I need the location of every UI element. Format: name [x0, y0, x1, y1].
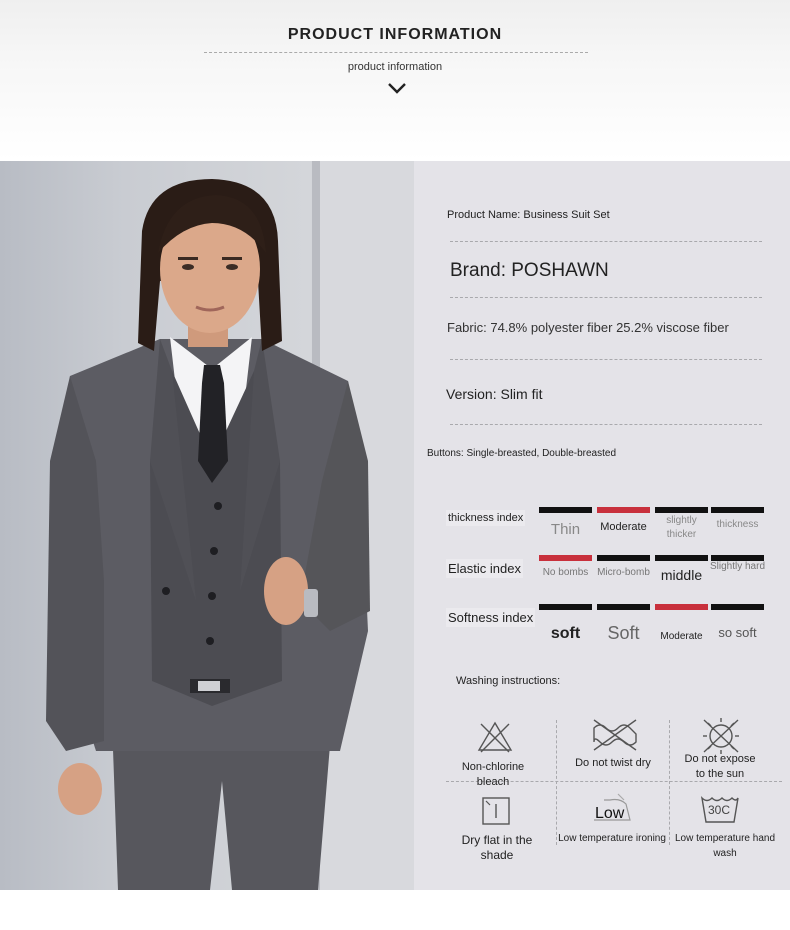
index-label-thickness: thickness index: [446, 510, 526, 526]
product-photo: [0, 161, 414, 890]
index-bar-softness-1: [539, 604, 592, 610]
index-option-elastic-2: Micro-bomb: [597, 567, 650, 578]
buttons-text: Buttons: Single-breasted, Double-breaste…: [427, 448, 617, 459]
dry-flat-shade-icon: [482, 797, 510, 825]
brand-text: Brand: POSHAWN: [450, 260, 609, 281]
index-option-elastic-1: No bombs: [542, 567, 589, 578]
low-iron-icon: Low: [590, 792, 634, 826]
index-option-elastic-3: middle: [660, 567, 703, 583]
index-bar-elastic-2: [597, 555, 650, 561]
section-subtitle: product information: [347, 61, 443, 73]
index-option-softness-1: soft: [550, 625, 581, 642]
index-bar-thickness-2: [597, 507, 650, 513]
fabric-text: Fabric: 74.8% polyester fiber 25.2% visc…: [447, 320, 729, 335]
index-bar-softness-4: [711, 604, 764, 610]
header-divider: [204, 52, 588, 53]
divider: [450, 297, 762, 298]
wash-label-hand-wash: Low temperature hand wash: [674, 833, 776, 859]
index-option-thickness-3: slightly thicker: [666, 515, 697, 540]
wash-label-twist: Do not twist dry: [575, 757, 651, 769]
wash-label-dry-flat: Dry flat in the shade: [461, 833, 533, 862]
index-option-softness-3: Moderate: [660, 631, 703, 642]
no-sun-icon: [703, 718, 739, 754]
section-title: PRODUCT INFORMATION: [287, 26, 503, 43]
index-bar-elastic-1: [539, 555, 592, 561]
index-bar-elastic-3: [655, 555, 708, 561]
index-option-softness-2: Soft: [607, 623, 640, 643]
low-iron-label: Low: [595, 805, 625, 822]
section-header: PRODUCT INFORMATION product information: [0, 0, 790, 161]
hand-wash-temp-label: 30C: [708, 803, 731, 817]
wash-label-bleach: Non-chlorine bleach: [461, 761, 525, 788]
index-bar-thickness-4: [711, 507, 764, 513]
do-not-wring-icon: [593, 719, 637, 751]
non-chlorine-bleach-icon: [477, 721, 513, 753]
index-bar-softness-2: [597, 604, 650, 610]
hand-wash-30-icon: 30C: [700, 794, 740, 824]
model-suit-illustration: [46, 161, 414, 890]
index-label-softness: Softness index: [446, 608, 536, 627]
product-name: Product Name: Business Suit Set: [447, 209, 610, 221]
version-text: Version: Slim fit: [446, 386, 543, 402]
wash-label-ironing: Low temperature ironing: [558, 833, 666, 844]
divider: [450, 424, 762, 425]
index-bar-softness-3: [655, 604, 708, 610]
wash-divider: [669, 720, 670, 845]
chevron-down-icon: [388, 83, 406, 94]
divider: [450, 241, 762, 242]
wash-label-sun: Do not expose to the sun: [684, 753, 756, 780]
index-option-elastic-4: Slightly hard: [709, 561, 766, 572]
index-option-thickness-1: Thin: [550, 521, 581, 538]
index-option-softness-4: so soft: [718, 625, 757, 640]
washing-title: Washing instructions:: [456, 675, 561, 687]
divider: [450, 359, 762, 360]
index-label-elastic: Elastic index: [446, 559, 523, 578]
index-bar-thickness-1: [539, 507, 592, 513]
wash-divider: [556, 720, 557, 845]
index-bar-thickness-3: [655, 507, 708, 513]
index-option-thickness-2: Moderate: [600, 521, 647, 533]
index-option-thickness-4: thickness: [716, 519, 759, 530]
